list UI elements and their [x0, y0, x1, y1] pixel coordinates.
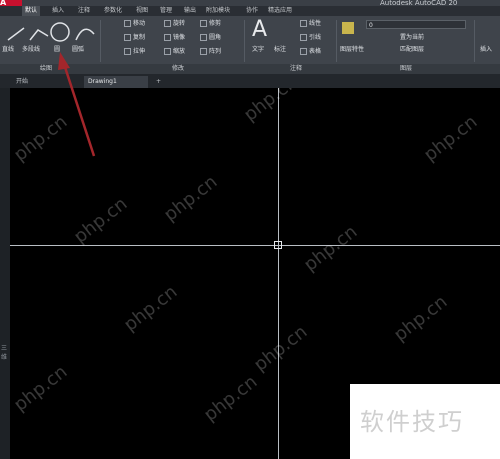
trim-button[interactable]: 修剪 [200, 20, 221, 28]
watermark: php.cn [240, 88, 302, 126]
tab-manage[interactable]: 管理 [160, 6, 172, 16]
layer-dropdown[interactable]: 0 [366, 20, 466, 29]
watermark: php.cn [390, 291, 452, 346]
tab-parametric[interactable]: 参数化 [104, 6, 122, 16]
tab-view[interactable]: 视图 [136, 6, 148, 16]
view-label: 三维 [1, 345, 8, 361]
watermark: php.cn [200, 371, 262, 426]
watermark: php.cn [10, 111, 72, 166]
polyline-icon [29, 29, 49, 41]
rotate-icon [164, 20, 171, 27]
line-icon [7, 27, 25, 41]
tab-output[interactable]: 输出 [184, 6, 196, 16]
circle-icon [50, 22, 70, 42]
watermark: php.cn [70, 193, 132, 248]
annotation-group-label[interactable]: 注释 [290, 64, 302, 74]
line-button[interactable]: 直线 [2, 46, 14, 54]
move-button[interactable]: 移动 [124, 20, 145, 28]
draw-tools-icons [7, 22, 95, 42]
arc-icon [75, 28, 95, 41]
layers-group-label[interactable]: 图层 [400, 64, 412, 74]
watermark: php.cn [420, 111, 482, 166]
tab-featured-apps[interactable]: 精选应用 [268, 6, 292, 16]
leader-icon [300, 34, 307, 41]
arc-button[interactable]: 圆弧 [72, 46, 84, 54]
polyline-button[interactable]: 多段线 [22, 46, 40, 54]
stretch-button[interactable]: 拉伸 [124, 48, 145, 56]
ribbon-tabs: 默认 插入 注释 参数化 视图 管理 输出 附加模块 协作 精选应用 [0, 6, 500, 16]
watermark: php.cn [120, 281, 182, 336]
copy-button[interactable]: 复制 [124, 34, 145, 42]
tab-collaborate[interactable]: 协作 [246, 6, 258, 16]
mirror-icon [164, 34, 171, 41]
scale-button[interactable]: 缩放 [164, 48, 185, 56]
make-current-button[interactable]: 置为当前 [400, 34, 424, 42]
match-layer-button[interactable]: 匹配图层 [400, 46, 424, 54]
table-icon [300, 48, 307, 55]
text-button[interactable]: 文字 [252, 46, 264, 54]
scale-icon [164, 48, 171, 55]
insert-block-button[interactable]: 插入 [480, 46, 492, 54]
text-large-icon: A [252, 17, 268, 42]
trim-icon [200, 20, 207, 27]
watermark: php.cn [10, 361, 72, 416]
ribbon-group-labels: 绘图 修改 注释 图层 [0, 64, 500, 74]
copy-icon [124, 34, 131, 41]
cursor-pickbox [274, 241, 282, 249]
tab-default[interactable]: 默认 [22, 6, 41, 16]
crosshair-vertical [278, 88, 279, 459]
layer-properties-icon [342, 22, 354, 34]
array-button[interactable]: 阵列 [200, 48, 221, 56]
ribbon-panel: 直线 多段线 圆 圆弧 移动 旋转 修剪 复制 镜像 圆角 拉伸 缩放 阵列 A… [0, 16, 500, 64]
left-toolbar: 三维 [0, 88, 10, 459]
document-tabs: 开始 Drawing1 + [0, 74, 500, 88]
tab-insert[interactable]: 插入 [52, 6, 64, 16]
leader-button[interactable]: 引线 [300, 34, 321, 42]
mirror-button[interactable]: 镜像 [164, 34, 185, 42]
rotate-button[interactable]: 旋转 [164, 20, 185, 28]
tab-annotate[interactable]: 注释 [78, 6, 90, 16]
linear-icon [300, 20, 307, 27]
watermark: php.cn [160, 171, 222, 226]
start-tab[interactable]: 开始 [12, 76, 52, 88]
watermark: php.cn [300, 221, 362, 276]
dimension-button[interactable]: 标注 [274, 46, 286, 54]
new-tab-button[interactable]: + [152, 76, 164, 88]
layer-properties-button[interactable]: 图层特性 [340, 46, 364, 54]
watermark: php.cn [250, 321, 312, 376]
corner-badge: 软件技巧 [350, 384, 500, 459]
fillet-icon [200, 34, 207, 41]
corner-badge-text: 软件技巧 [360, 408, 464, 436]
stretch-icon [124, 48, 131, 55]
array-icon [200, 48, 207, 55]
draw-group-label[interactable]: 绘图 [40, 64, 52, 74]
table-button[interactable]: 表格 [300, 48, 321, 56]
drawing1-tab[interactable]: Drawing1 [84, 76, 148, 88]
fillet-button[interactable]: 圆角 [200, 34, 221, 42]
circle-button[interactable]: 圆 [54, 46, 60, 54]
modify-group-label[interactable]: 修改 [172, 64, 184, 74]
tab-addins[interactable]: 附加模块 [206, 6, 230, 16]
linear-button[interactable]: 线性 [300, 20, 321, 28]
move-icon [124, 20, 131, 27]
